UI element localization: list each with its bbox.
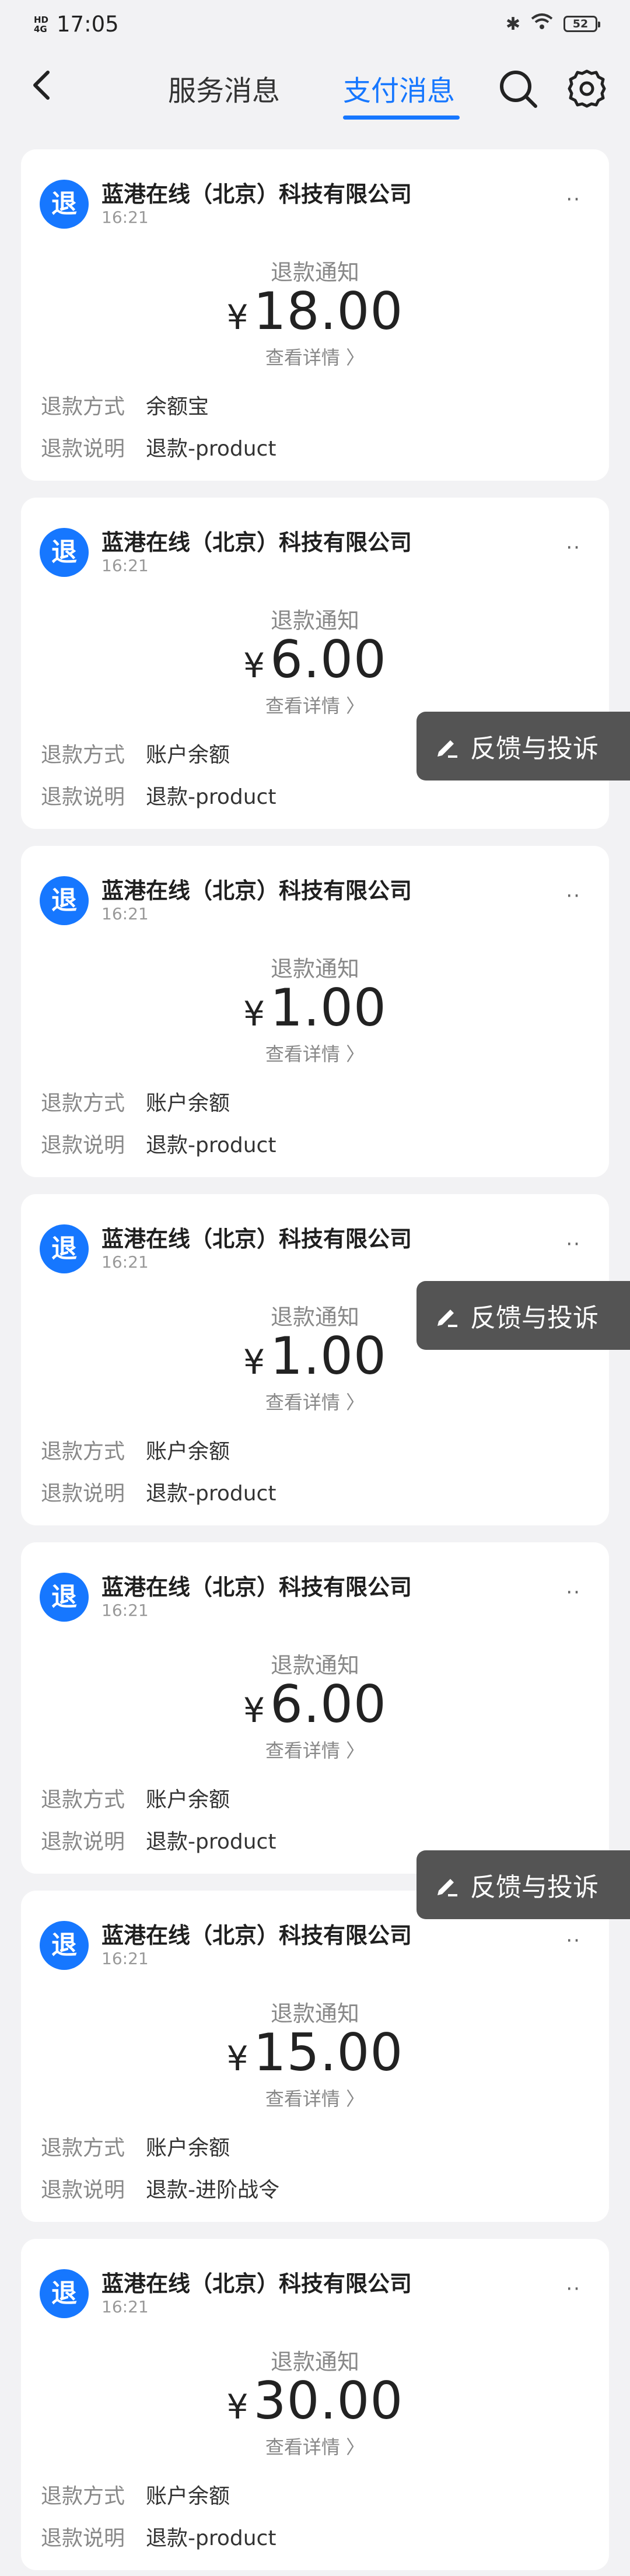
gear-icon (568, 69, 606, 108)
view-detail-link[interactable]: 查看详情 〉 (21, 1040, 609, 1066)
back-button[interactable] (26, 68, 61, 103)
refund-amount: ¥30.00 (226, 2371, 404, 2431)
network-indicator: HD 4G (34, 14, 49, 34)
refund-note-row: 退款说明 退款-product (41, 1133, 276, 1157)
merchant-name: 蓝港在线（北京）科技有限公司 (102, 1923, 412, 1948)
status-bar: HD 4G 17:05 ✱ 52 (0, 0, 630, 50)
feedback-complaint-button[interactable]: 反馈与投诉 (416, 1281, 630, 1350)
refund-badge-icon: 退 (40, 876, 89, 925)
refund-badge-icon: 退 (40, 1224, 89, 1273)
refund-method-row: 退款方式 账户余额 (41, 1440, 230, 1464)
view-detail-link[interactable]: 查看详情 〉 (21, 1736, 609, 1763)
refund-card[interactable]: 退 蓝港在线（北京）科技有限公司 16:21 ·· 退款通知 ¥18.00 查看… (21, 149, 609, 481)
view-detail-link[interactable]: 查看详情 〉 (21, 1388, 609, 1415)
refund-badge-icon: 退 (40, 2269, 89, 2318)
refund-badge-icon: 退 (40, 528, 89, 577)
refund-amount: ¥6.00 (243, 1674, 387, 1734)
message-time: 16:21 (102, 904, 149, 923)
merchant-name: 蓝港在线（北京）科技有限公司 (102, 530, 412, 555)
settings-button[interactable] (565, 66, 609, 111)
more-options-button[interactable]: ·· (566, 1929, 581, 1952)
currency-symbol: ¥ (226, 2387, 249, 2427)
refund-note-row: 退款说明 退款-product (41, 1830, 276, 1854)
refund-badge-icon: 退 (40, 1921, 89, 1970)
wifi-icon (531, 13, 553, 35)
refund-badge-icon: 退 (40, 1573, 89, 1622)
refund-card[interactable]: 退 蓝港在线（北京）科技有限公司 16:21 ·· 退款通知 ¥30.00 查看… (21, 2239, 609, 2570)
more-options-button[interactable]: ·· (566, 188, 581, 211)
refund-card[interactable]: 退 蓝港在线（北京）科技有限公司 16:21 ·· 退款通知 ¥1.00 查看详… (21, 1194, 609, 1525)
top-nav: 服务消息 支付消息 (0, 50, 630, 138)
message-time: 16:21 (102, 208, 149, 227)
currency-symbol: ¥ (226, 2039, 249, 2078)
refund-method-row: 退款方式 账户余额 (41, 743, 230, 767)
refund-method-row: 退款方式 账户余额 (41, 2136, 230, 2160)
back-arrow-icon (33, 71, 50, 100)
edit-pencil-icon (438, 1879, 457, 1896)
merchant-name: 蓝港在线（北京）科技有限公司 (102, 878, 412, 904)
refund-note-row: 退款说明 退款-product (41, 1482, 276, 1506)
tab-service-messages[interactable]: 服务消息 (168, 68, 280, 108)
feedback-complaint-button[interactable]: 反馈与投诉 (416, 1850, 630, 1919)
more-options-button[interactable]: ·· (566, 1581, 581, 1604)
refund-note-row: 退款说明 退款-product (41, 2526, 276, 2550)
refund-card[interactable]: 退 蓝港在线（北京）科技有限公司 16:21 ·· 退款通知 ¥1.00 查看详… (21, 846, 609, 1177)
refund-method-row: 退款方式 账户余额 (41, 2484, 230, 2508)
message-time: 16:21 (102, 1252, 149, 1272)
merchant-name: 蓝港在线（北京）科技有限公司 (102, 2271, 412, 2297)
battery-icon: 52 (564, 16, 600, 32)
currency-symbol: ¥ (226, 298, 249, 337)
currency-symbol: ¥ (243, 646, 265, 685)
feedback-complaint-button[interactable]: 反馈与投诉 (416, 712, 630, 780)
search-icon (500, 71, 537, 108)
refund-card[interactable]: 退 蓝港在线（北京）科技有限公司 16:21 ·· 退款通知 ¥6.00 查看详… (21, 1542, 609, 1874)
status-time: 17:05 (57, 12, 119, 37)
more-options-button[interactable]: ·· (566, 2277, 581, 2301)
message-time: 16:21 (102, 2297, 149, 2316)
bluetooth-icon: ✱ (505, 13, 520, 34)
edit-pencil-icon (438, 1310, 457, 1327)
currency-symbol: ¥ (243, 1342, 265, 1382)
refund-note-row: 退款说明 退款-product (41, 437, 276, 461)
more-options-button[interactable]: ·· (566, 1233, 581, 1256)
message-time: 16:21 (102, 1601, 149, 1620)
refund-card[interactable]: 退 蓝港在线（北京）科技有限公司 16:21 ·· 退款通知 ¥15.00 查看… (21, 1891, 609, 2222)
more-options-button[interactable]: ·· (566, 884, 581, 908)
view-detail-link[interactable]: 查看详情 〉 (21, 2432, 609, 2459)
more-options-button[interactable]: ·· (566, 536, 581, 559)
view-detail-link[interactable]: 查看详情 〉 (21, 2084, 609, 2111)
refund-badge-icon: 退 (40, 180, 89, 229)
merchant-name: 蓝港在线（北京）科技有限公司 (102, 181, 412, 207)
merchant-name: 蓝港在线（北京）科技有限公司 (102, 1226, 412, 1252)
message-time: 16:21 (102, 556, 149, 575)
edit-pencil-icon (438, 740, 457, 758)
refund-method-row: 退款方式 账户余额 (41, 1788, 230, 1812)
refund-amount: ¥15.00 (226, 2022, 404, 2082)
refund-amount: ¥1.00 (243, 978, 387, 1038)
refund-note-row: 退款说明 退款-进阶战令 (41, 2178, 279, 2202)
refund-amount: ¥18.00 (226, 281, 404, 341)
refund-amount: ¥6.00 (243, 629, 387, 690)
message-time: 16:21 (102, 1949, 149, 1968)
search-button[interactable] (496, 66, 540, 111)
merchant-name: 蓝港在线（北京）科技有限公司 (102, 1574, 412, 1600)
currency-symbol: ¥ (243, 1690, 265, 1730)
refund-note-row: 退款说明 退款-product (41, 785, 276, 809)
currency-symbol: ¥ (243, 994, 265, 1034)
active-tab-indicator (343, 116, 460, 120)
refund-method-row: 退款方式 账户余额 (41, 1091, 230, 1115)
tab-payment-messages[interactable]: 支付消息 (343, 68, 455, 108)
view-detail-link[interactable]: 查看详情 〉 (21, 343, 609, 370)
refund-method-row: 退款方式 余额宝 (41, 395, 209, 419)
